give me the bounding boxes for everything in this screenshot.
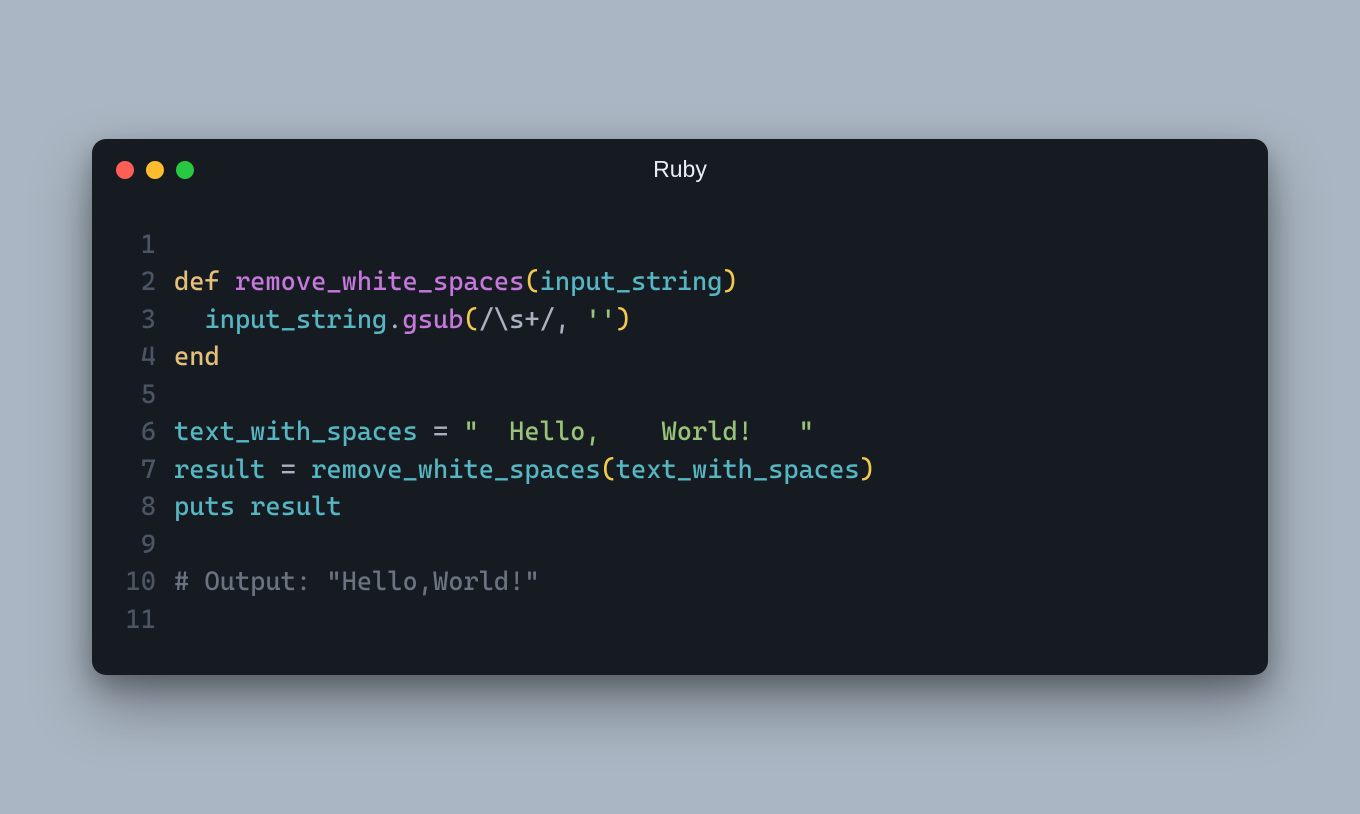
- line-number: 10: [116, 564, 174, 602]
- code-token: ): [616, 305, 631, 335]
- traffic-lights: [116, 161, 194, 179]
- code-line[interactable]: 8puts result: [116, 489, 1244, 527]
- code-token: (: [601, 455, 616, 485]
- line-number: 11: [116, 602, 174, 640]
- code-token: puts: [174, 492, 235, 522]
- close-icon[interactable]: [116, 161, 134, 179]
- code-token: end: [174, 342, 220, 372]
- code-line[interactable]: 6text_with_spaces = " Hello, World! ": [116, 414, 1244, 452]
- code-content[interactable]: def remove_white_spaces(input_string): [174, 264, 738, 302]
- line-number: 3: [116, 302, 174, 340]
- code-token: " Hello, World! ": [463, 417, 813, 447]
- code-token: =: [265, 455, 311, 485]
- code-content[interactable]: puts result: [174, 489, 342, 527]
- line-number: 2: [116, 264, 174, 302]
- code-content[interactable]: input_string.gsub(/\s+/, ''): [174, 302, 631, 340]
- maximize-icon[interactable]: [176, 161, 194, 179]
- code-line[interactable]: 5: [116, 377, 1244, 415]
- code-token: =: [418, 417, 464, 447]
- line-number: 8: [116, 489, 174, 527]
- code-token: remove_white_spaces: [235, 267, 524, 297]
- code-token: [235, 492, 250, 522]
- code-line[interactable]: 4end: [116, 339, 1244, 377]
- code-token: result: [250, 492, 341, 522]
- code-token: text_with_spaces: [174, 417, 418, 447]
- code-token: input_string: [540, 267, 723, 297]
- code-token: (: [463, 305, 478, 335]
- code-token: ): [860, 455, 875, 485]
- code-token: /\s+/: [479, 305, 555, 335]
- code-content[interactable]: # Output: "Hello,World!": [174, 564, 540, 602]
- code-token: (: [524, 267, 539, 297]
- code-line[interactable]: 1: [116, 227, 1244, 265]
- line-number: 5: [116, 377, 174, 415]
- line-number: 7: [116, 452, 174, 490]
- window-title: Ruby: [92, 156, 1268, 183]
- code-line[interactable]: 7result = remove_white_spaces(text_with_…: [116, 452, 1244, 490]
- code-line[interactable]: 10# Output: "Hello,World!": [116, 564, 1244, 602]
- code-token: text_with_spaces: [616, 455, 860, 485]
- code-token: result: [174, 455, 265, 485]
- line-number: 6: [116, 414, 174, 452]
- code-line[interactable]: 3 input_string.gsub(/\s+/, ''): [116, 302, 1244, 340]
- code-token: def: [174, 267, 220, 297]
- code-token: ,: [555, 305, 585, 335]
- code-token: # Output: "Hello,World!": [174, 567, 540, 597]
- code-content[interactable]: text_with_spaces = " Hello, World! ": [174, 414, 814, 452]
- code-token: '': [585, 305, 615, 335]
- line-number: 4: [116, 339, 174, 377]
- code-token: [174, 305, 204, 335]
- code-window: Ruby 12def remove_white_spaces(input_str…: [92, 139, 1268, 676]
- code-content[interactable]: end: [174, 339, 220, 377]
- window-titlebar: Ruby: [92, 139, 1268, 201]
- code-token: .: [387, 305, 402, 335]
- code-token: input_string: [204, 305, 387, 335]
- code-line[interactable]: 9: [116, 527, 1244, 565]
- code-token: ): [722, 267, 737, 297]
- code-content[interactable]: result = remove_white_spaces(text_with_s…: [174, 452, 875, 490]
- code-token: remove_white_spaces: [311, 455, 600, 485]
- minimize-icon[interactable]: [146, 161, 164, 179]
- line-number: 9: [116, 527, 174, 565]
- code-token: gsub: [403, 305, 464, 335]
- line-number: 1: [116, 227, 174, 265]
- code-token: [220, 267, 235, 297]
- code-editor[interactable]: 12def remove_white_spaces(input_string)3…: [92, 201, 1268, 676]
- code-line[interactable]: 2def remove_white_spaces(input_string): [116, 264, 1244, 302]
- code-line[interactable]: 11: [116, 602, 1244, 640]
